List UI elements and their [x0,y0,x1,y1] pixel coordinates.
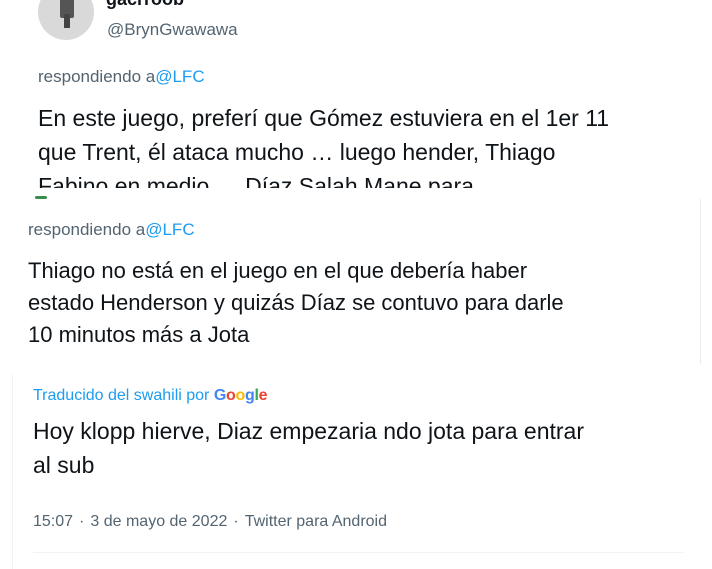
tweet-text-line: Fabino en medio … Díaz Salah Mane para [38,173,474,188]
tweet-bottom: Traducido del swahili por Google Hoy klo… [12,374,701,569]
replying-to: respondiendo a@LFC [28,220,195,240]
tweet-text-line: Thiago no está en el juego en el que deb… [28,258,528,283]
mention-link[interactable]: @LFC [145,220,194,239]
google-logo: Google [213,387,268,404]
tweet-source[interactable]: Twitter para Android [245,513,387,530]
tweet-text-line: En este juego, preferí que Gómez estuvie… [38,105,610,131]
meta-separator: · [79,513,85,530]
avatar[interactable] [38,0,94,40]
user-handle[interactable]: @BrynGwawawa [107,20,238,40]
replying-to-label: respondiendo a [28,220,146,239]
avatar-figure-legs [64,14,70,28]
meta-separator: · [233,513,239,530]
tweet-text: Thiago no está en el juego en el que deb… [28,255,688,351]
tweet-text-line: al sub [33,452,95,478]
display-name[interactable]: gacrroob [106,0,184,10]
tweet-top: gacrroob @BrynGwawawa respondiendo a@LFC… [0,0,712,188]
translated-text: Hoy klopp hierve, Diaz empezaria ndo jot… [33,414,683,482]
tweet-date[interactable]: 3 de mayo de 2022 [90,513,227,530]
tweet-text: En este juego, preferí que Gómez estuvie… [38,101,688,188]
tweet-middle: respondiendo a@LFC Thiago no está en el … [12,199,701,364]
tweet-text-line: Hoy klopp hierve, Diaz empezaria ndo jot… [33,418,585,444]
tweet-text-line: 10 minutos más a Jota [28,322,250,347]
translation-attribution[interactable]: Traducido del swahili por Google [33,387,268,405]
replying-to-label: respondiendo a [38,67,156,86]
tweet-text-line: estado Henderson y quizás Díaz se contuv… [28,290,564,315]
tweet-text-line: que Trent, él ataca mucho … luego hender… [38,139,556,165]
replying-to: respondiendo a@LFC [38,67,205,87]
tweet-time[interactable]: 15:07 [33,513,73,530]
divider [33,552,683,553]
mention-link[interactable]: @LFC [155,67,204,86]
tweet-metadata: 15:07 · 3 de mayo de 2022 · Twitter para And… [33,513,387,531]
translation-label: Traducido del swahili por [33,387,210,404]
